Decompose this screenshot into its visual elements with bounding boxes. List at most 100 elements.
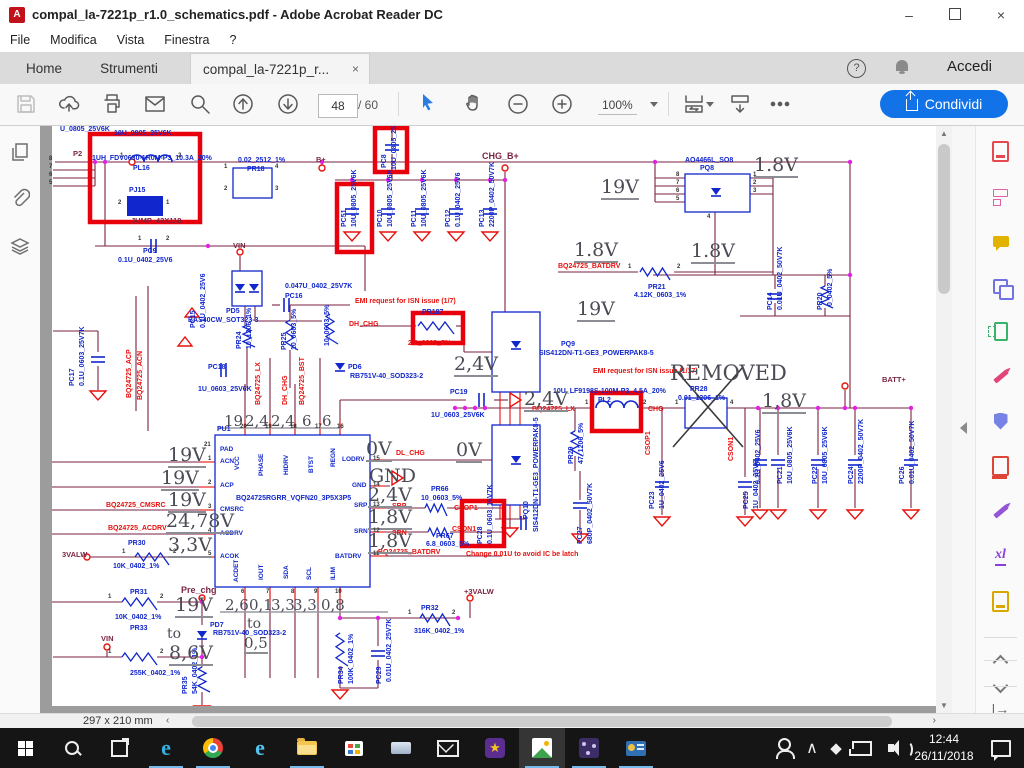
- help-icon[interactable]: ?: [847, 59, 866, 78]
- schematic-label: 16: [337, 424, 344, 430]
- taskbar-start-icon[interactable]: [2, 728, 48, 768]
- horizontal-scrollbar[interactable]: [180, 715, 930, 728]
- tool-create-pdf-icon[interactable]: [976, 179, 1024, 213]
- page-thumbnails-icon[interactable]: [10, 142, 30, 162]
- tool-request-signatures-icon[interactable]: xl: [976, 539, 1024, 573]
- maximize-button[interactable]: [932, 0, 978, 30]
- schematic-label: 8: [49, 156, 52, 162]
- network-app-glyph: [579, 738, 599, 758]
- taskbar-scanner-icon[interactable]: [378, 728, 424, 768]
- minimize-button[interactable]: –: [886, 0, 932, 30]
- toolbar-panel-icon[interactable]: [728, 92, 752, 116]
- attachments-paperclip-icon[interactable]: [10, 188, 30, 208]
- schematic-label: to: [247, 616, 261, 632]
- schematic-label: 0.01U_0402_25V7K: [386, 619, 393, 682]
- taskbar-photos-icon[interactable]: [519, 728, 565, 768]
- taskbar-chrome-icon[interactable]: [190, 728, 236, 768]
- tool-export-pdf-icon[interactable]: [976, 134, 1024, 168]
- scroll-up-arrow-icon[interactable]: ▲: [940, 129, 948, 138]
- scroll-down-arrow-icon[interactable]: ▼: [940, 701, 948, 710]
- fit-width-icon[interactable]: [682, 92, 706, 116]
- scroll-left-arrow-icon[interactable]: ‹: [166, 715, 169, 726]
- schematic-label: 2,4V: [454, 353, 498, 377]
- notifications-bell-icon[interactable]: [896, 60, 908, 71]
- taskbar-search-icon[interactable]: [49, 728, 95, 768]
- schematic-label: PQ9: [561, 341, 575, 348]
- tool-organize-pages-icon[interactable]: [976, 314, 1024, 348]
- taskbar-internet-explorer-icon[interactable]: e: [237, 728, 283, 768]
- taskbar-network-app-icon[interactable]: [566, 728, 612, 768]
- action-center-icon[interactable]: [986, 728, 1016, 768]
- zoom-in-icon[interactable]: [550, 92, 574, 116]
- schematic-label: 5: [676, 196, 679, 202]
- taskbar-store-icon[interactable]: [331, 728, 377, 768]
- people-icon[interactable]: [769, 728, 799, 768]
- vertical-scroll-thumb[interactable]: [938, 144, 950, 294]
- taskbar-mail-icon[interactable]: [425, 728, 471, 768]
- document-canvas[interactable]: U_0805_25V6K10U_0805_25V6K1UH_FDV0630-1R…: [40, 126, 936, 713]
- zoom-out-icon[interactable]: [506, 92, 530, 116]
- menu-item-modifica[interactable]: Modifica: [40, 30, 107, 50]
- more-tools-icon[interactable]: [768, 92, 792, 116]
- volume-icon[interactable]: [876, 728, 906, 768]
- tab-tools[interactable]: Strumenti: [84, 53, 174, 84]
- share-button[interactable]: Condividi: [880, 90, 1008, 118]
- tool-fill-sign-icon[interactable]: [976, 359, 1024, 393]
- upload-cloud-icon[interactable]: [57, 92, 81, 116]
- next-page-icon[interactable]: [276, 92, 300, 116]
- taskbar-app-star-icon[interactable]: ★: [472, 728, 518, 768]
- schematic-label: PL16: [133, 165, 150, 172]
- taskbar-docs-app-icon[interactable]: [613, 728, 659, 768]
- request-signatures-glyph: xl: [995, 547, 1006, 566]
- tool-send-comments-icon[interactable]: [976, 584, 1024, 618]
- schematic-label: PC26: [899, 466, 906, 484]
- schematic-label: PAD: [220, 446, 233, 453]
- fit-dropdown-caret[interactable]: [706, 102, 714, 107]
- schematic-label: PR35: [182, 676, 189, 694]
- taskbar-edge-icon[interactable]: e: [143, 728, 189, 768]
- layers-icon[interactable]: [10, 236, 30, 256]
- tab-home[interactable]: Home: [14, 53, 74, 84]
- scroll-right-arrow-icon[interactable]: ›: [933, 715, 936, 726]
- tool-certificates-icon[interactable]: [976, 494, 1024, 528]
- tool-combine-files-icon[interactable]: [976, 269, 1024, 303]
- tool-redact-icon[interactable]: [976, 449, 1024, 483]
- tray-chevron-up-icon[interactable]: ∧: [800, 728, 824, 768]
- start-glyph: [18, 741, 33, 756]
- menu-item-file[interactable]: File: [0, 30, 40, 50]
- select-tool-icon[interactable]: [418, 92, 442, 116]
- collapse-pane-arrow-icon[interactable]: [960, 422, 967, 434]
- page-number-input[interactable]: [318, 94, 358, 118]
- schematic-label: BATT+: [882, 375, 906, 384]
- schematic-label: 10U_0805_25V6K: [351, 169, 358, 227]
- menu-item-finestra[interactable]: Finestra: [154, 30, 219, 50]
- network-status-icon[interactable]: [848, 728, 876, 768]
- page-count-label: / 60: [358, 98, 378, 112]
- email-icon[interactable]: [143, 92, 167, 116]
- menu-item-vista[interactable]: Vista: [107, 30, 155, 50]
- taskbar-task-view-icon[interactable]: [96, 728, 142, 768]
- zoom-dropdown-caret[interactable]: [650, 102, 658, 107]
- tab-document[interactable]: compal_la-7221p_r...×: [190, 53, 370, 84]
- search-icon[interactable]: [188, 92, 212, 116]
- schematic-label: REMOVED: [670, 361, 787, 385]
- taskbar-clock[interactable]: 12:44 26/11/2018: [909, 731, 979, 765]
- print-icon[interactable]: [100, 92, 124, 116]
- zoom-level-value[interactable]: 100%: [598, 98, 637, 115]
- save-icon[interactable]: [14, 92, 38, 116]
- tool-comment-icon[interactable]: [976, 224, 1024, 258]
- tool-protect-icon[interactable]: [976, 404, 1024, 438]
- dropbox-icon[interactable]: ◆: [824, 728, 848, 768]
- tab-close-icon[interactable]: ×: [352, 54, 359, 85]
- schematic-label: PL2: [598, 397, 611, 404]
- schematic-label: 2: [643, 400, 646, 406]
- horizontal-scroll-thumb[interactable]: [192, 716, 892, 727]
- taskbar-file-explorer-icon[interactable]: [284, 728, 330, 768]
- close-button[interactable]: ×: [978, 0, 1024, 30]
- schematic-label: PR18: [247, 166, 265, 173]
- hand-tool-icon[interactable]: [461, 92, 485, 116]
- sign-in-link[interactable]: Accedi: [947, 58, 992, 75]
- vertical-scrollbar[interactable]: ▲ ▼: [936, 126, 952, 713]
- previous-page-icon[interactable]: [231, 92, 255, 116]
- menu-item-[interactable]: ?: [219, 30, 246, 50]
